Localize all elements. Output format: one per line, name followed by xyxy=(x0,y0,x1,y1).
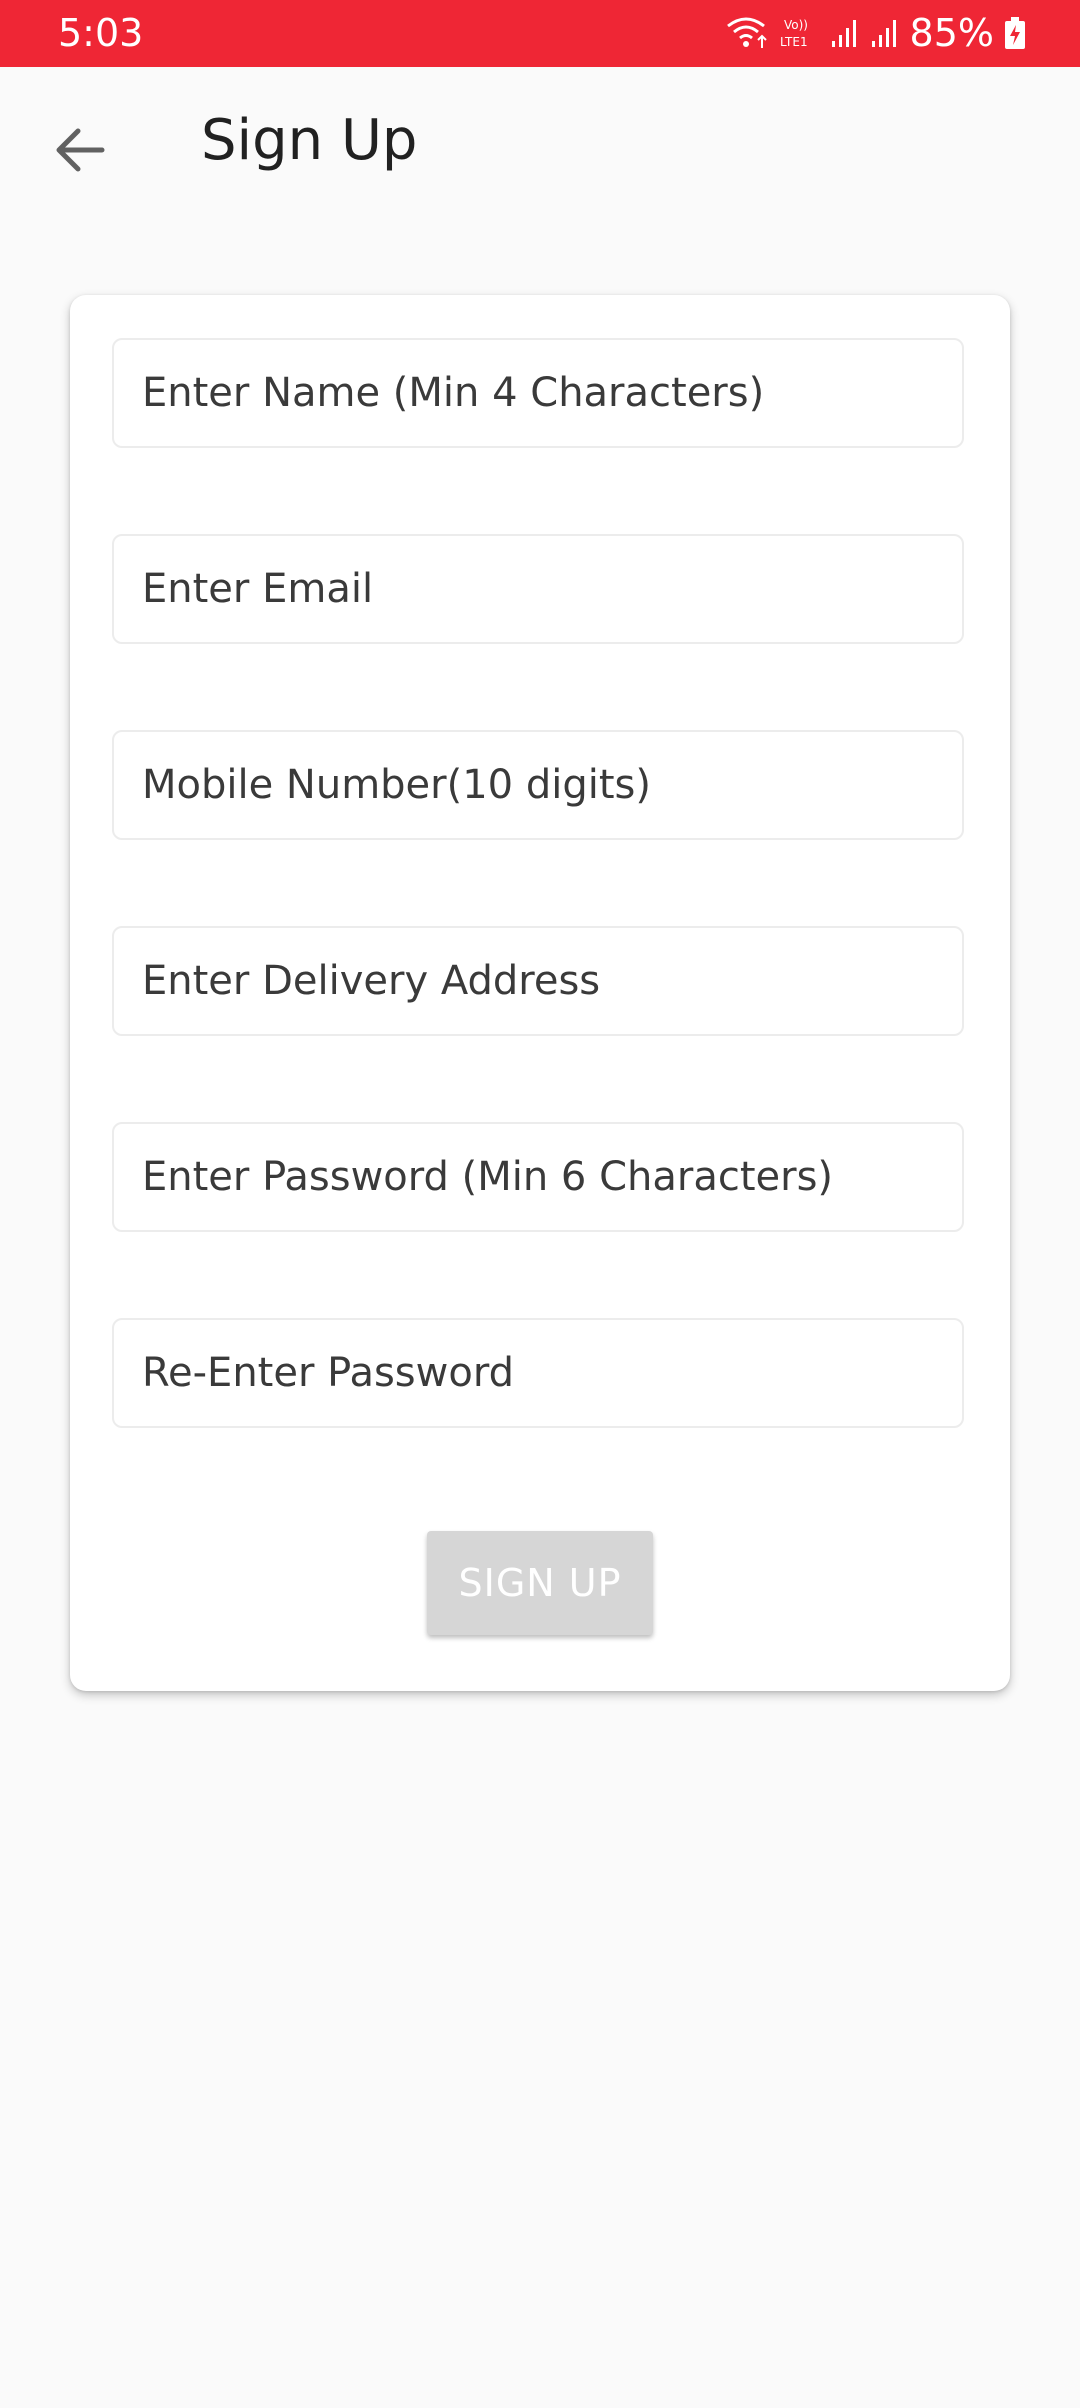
email-field[interactable] xyxy=(112,534,964,644)
app-bar: Sign Up xyxy=(0,67,1080,227)
signup-form-card: SIGN UP xyxy=(70,295,1010,1691)
svg-text:Vo)): Vo)) xyxy=(784,18,808,32)
mobile-number-input[interactable] xyxy=(142,762,962,808)
name-field[interactable] xyxy=(112,338,964,448)
password-field[interactable] xyxy=(112,1122,964,1232)
email-input[interactable] xyxy=(142,566,962,612)
signal-icon xyxy=(870,17,900,49)
page-title: Sign Up xyxy=(201,108,418,173)
sign-up-button[interactable]: SIGN UP xyxy=(427,1531,653,1635)
confirm-password-input[interactable] xyxy=(142,1350,962,1396)
delivery-address-input[interactable] xyxy=(142,958,962,1004)
volte-icon: Vo)) LTE1 xyxy=(780,16,820,50)
status-time: 5:03 xyxy=(58,11,144,55)
address-field[interactable] xyxy=(112,926,964,1036)
mobile-field[interactable] xyxy=(112,730,964,840)
battery-percentage: 85% xyxy=(909,11,994,55)
name-input[interactable] xyxy=(142,370,962,416)
wifi-icon xyxy=(726,16,770,50)
confirm-password-field[interactable] xyxy=(112,1318,964,1428)
battery-charging-icon xyxy=(1004,16,1026,50)
password-input[interactable] xyxy=(142,1154,962,1200)
svg-text:LTE1: LTE1 xyxy=(780,35,808,49)
status-icons: Vo)) LTE1 85% xyxy=(726,10,1026,56)
arrow-back-icon xyxy=(54,124,106,180)
signal-icon xyxy=(830,17,860,49)
status-bar: 5:03 Vo)) LTE1 85% xyxy=(0,0,1080,67)
back-button[interactable] xyxy=(40,112,120,192)
